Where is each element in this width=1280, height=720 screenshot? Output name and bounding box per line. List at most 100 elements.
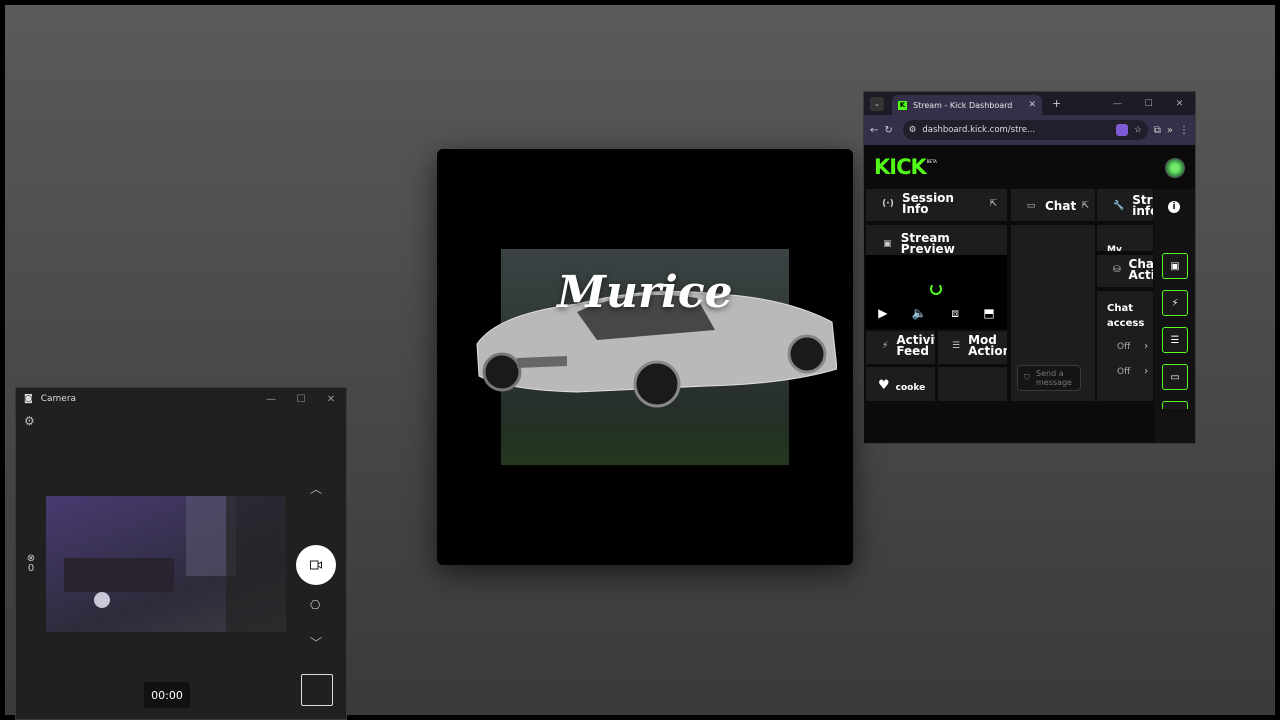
video-controls: ▶ 🔈 ⧈ ⬒: [866, 306, 1007, 321]
avatar[interactable]: [1165, 158, 1185, 178]
list-icon: ☰: [952, 340, 961, 351]
browser-minimize-icon[interactable]: —: [1102, 92, 1133, 115]
preview-toggle-icon: ▣: [1170, 260, 1180, 272]
hdr-badge: 0: [27, 563, 35, 574]
gallery-thumbnail[interactable]: [301, 674, 333, 706]
play-icon[interactable]: ▶: [878, 306, 887, 321]
popout-icon[interactable]: ⇱: [989, 199, 997, 210]
chevron-up-icon[interactable]: ︿: [310, 480, 322, 497]
video-mode-button[interactable]: [296, 545, 336, 585]
minimize-icon[interactable]: —: [256, 388, 286, 410]
lightning-icon: ⚡: [882, 340, 889, 351]
video-camera-icon: [310, 560, 322, 570]
wrench-icon: 🔧: [1113, 200, 1125, 211]
stream-preview-video: ▶ 🔈 ⧈ ⬒: [866, 255, 1007, 329]
chat-actions-title: Chat Actions: [1128, 257, 1153, 282]
panel-mod-actions: ☰ Mod Actions: [938, 331, 1007, 364]
stream-info-body: My: [1097, 225, 1153, 251]
tab-search-icon[interactable]: ⌄: [870, 96, 884, 111]
browser-window-controls: — ☐ ✕: [1102, 92, 1195, 115]
panel-activity-feed: ⚡ Activity Feed: [866, 331, 935, 364]
tab-title: Stream - Kick Dashboard: [913, 100, 1013, 110]
recording-timer: 00:00: [144, 682, 190, 708]
info-icon[interactable]: i: [1168, 201, 1180, 213]
extensions-puzzle-icon[interactable]: ⧉: [1154, 125, 1161, 136]
kick-logo[interactable]: KICK: [874, 155, 927, 179]
browser-maximize-icon[interactable]: ☐: [1133, 92, 1164, 115]
shield-icon: ⛉: [1024, 373, 1030, 382]
stream-info-title: Stream info: [1132, 193, 1153, 218]
chat-access-label: Chat access: [1107, 303, 1145, 329]
mod-actions-body: [938, 367, 1007, 401]
panel-stream-preview: ▣ Stream Preview ▶ 🔈 ⧈ ⬒: [866, 225, 1007, 329]
kick-dashboard: KICK BETA (·) Session Info ⇱ ▣ Stream Pr…: [864, 145, 1195, 443]
list-toggle-icon: ☰: [1170, 334, 1180, 346]
panel-chat-actions: ⛁ Chat Actions: [1097, 255, 1153, 287]
theater-icon[interactable]: ⬒: [983, 306, 994, 321]
bookmark-star-icon[interactable]: ☆: [1134, 125, 1142, 135]
media-title: Murice: [557, 267, 733, 318]
maximize-icon[interactable]: ☐: [286, 388, 316, 410]
address-bar[interactable]: ⚙ dashboard.kick.com/stre... ☆: [902, 120, 1148, 140]
kick-header: KICK BETA: [864, 145, 1195, 189]
tab-kick-dashboard[interactable]: K Stream - Kick Dashboard ✕: [892, 95, 1042, 115]
sidebar-mod-actions-button[interactable]: ☰: [1162, 327, 1188, 353]
tab-bar: ⌄ K Stream - Kick Dashboard ✕ + — ☐ ✕: [864, 92, 1195, 115]
chat-toggle-icon: ▭: [1170, 371, 1180, 383]
chat-actions-header: ⛁ Chat Actions: [1113, 257, 1153, 282]
sidebar-activity-button[interactable]: ⚡: [1162, 290, 1188, 316]
stream-preview-title: Stream Preview: [900, 231, 955, 256]
kick-beta-label: BETA: [926, 158, 937, 164]
chat-message-input[interactable]: ⛉ Send a message: [1017, 365, 1081, 391]
hdr-toggle[interactable]: ⊗ 0: [24, 554, 38, 574]
option-2-value: Off: [1117, 366, 1131, 377]
mod-actions-title: Mod Actions: [968, 333, 1007, 358]
gear-icon[interactable]: ⚙: [24, 414, 38, 428]
chevron-right-icon: ›: [1144, 366, 1149, 377]
browser-window: ⌄ K Stream - Kick Dashboard ✕ + — ☐ ✕ ← …: [863, 91, 1196, 444]
pip-icon[interactable]: ⧈: [951, 306, 959, 321]
tab-close-icon[interactable]: ✕: [1028, 100, 1036, 110]
broadcast-icon: (·): [882, 198, 894, 209]
chevron-down-icon[interactable]: ﹀: [310, 634, 322, 651]
volume-icon[interactable]: 🔈: [912, 306, 927, 321]
browser-close-icon[interactable]: ✕: [1164, 92, 1195, 115]
lightning-toggle-icon: ⚡: [1171, 297, 1179, 309]
sidebar-more-button[interactable]: [1162, 401, 1188, 409]
activity-feed-title: Activity Feed: [896, 333, 935, 358]
chat-icon: ▭: [1026, 201, 1036, 211]
activity-username: cooke: [895, 383, 926, 393]
activity-item: ♥ cooke: [866, 367, 935, 401]
preview-ball: [94, 592, 110, 608]
menu-kebab-icon[interactable]: ⋮: [1179, 125, 1189, 136]
loading-spinner: [930, 283, 942, 295]
new-tab-icon[interactable]: +: [1052, 97, 1061, 110]
chat-header: ▭ Chat ⇱: [1025, 199, 1089, 213]
site-info-icon[interactable]: ⚙: [909, 125, 917, 135]
preview-icon: ▣: [883, 238, 892, 249]
preview-shadow: [226, 496, 286, 632]
chat-popout-icon[interactable]: ⇱: [1081, 201, 1089, 212]
camera-preview: [46, 496, 286, 632]
sidebar-chat-button[interactable]: ▭: [1162, 364, 1188, 390]
photo-camera-icon[interactable]: ⎔: [310, 598, 320, 612]
more-chevrons-icon[interactable]: »: [1167, 125, 1173, 136]
chat-access-option-1[interactable]: Off ›: [1117, 341, 1153, 352]
chat-body: ⛉ Send a message: [1011, 225, 1095, 401]
extension-icon[interactable]: [1116, 124, 1129, 136]
back-icon[interactable]: ←: [870, 125, 878, 136]
chat-title: Chat: [1045, 199, 1077, 213]
chat-actions-icon: ⛁: [1113, 264, 1121, 275]
mod-actions-header: ☰ Mod Actions: [952, 333, 1007, 358]
url-text: dashboard.kick.com/stre...: [922, 125, 1036, 135]
desktop: Murice ◙ Camera — ☐ ✕ ⚙ ⊗ 0 ︿ ⎔ ﹀ 00:00 …: [5, 5, 1275, 720]
sidebar-stream-preview-button[interactable]: ▣: [1162, 253, 1188, 279]
camera-title: Camera: [40, 394, 77, 404]
close-icon[interactable]: ✕: [316, 388, 346, 410]
heart-icon: ♥: [878, 377, 890, 393]
session-info-title: Session Info: [902, 191, 954, 216]
reload-icon[interactable]: ↻: [884, 125, 892, 136]
stream-preview-header: ▣ Stream Preview: [882, 231, 997, 256]
chat-access-option-2[interactable]: Off ›: [1117, 366, 1153, 377]
camera-window-controls: — ☐ ✕: [256, 388, 346, 410]
